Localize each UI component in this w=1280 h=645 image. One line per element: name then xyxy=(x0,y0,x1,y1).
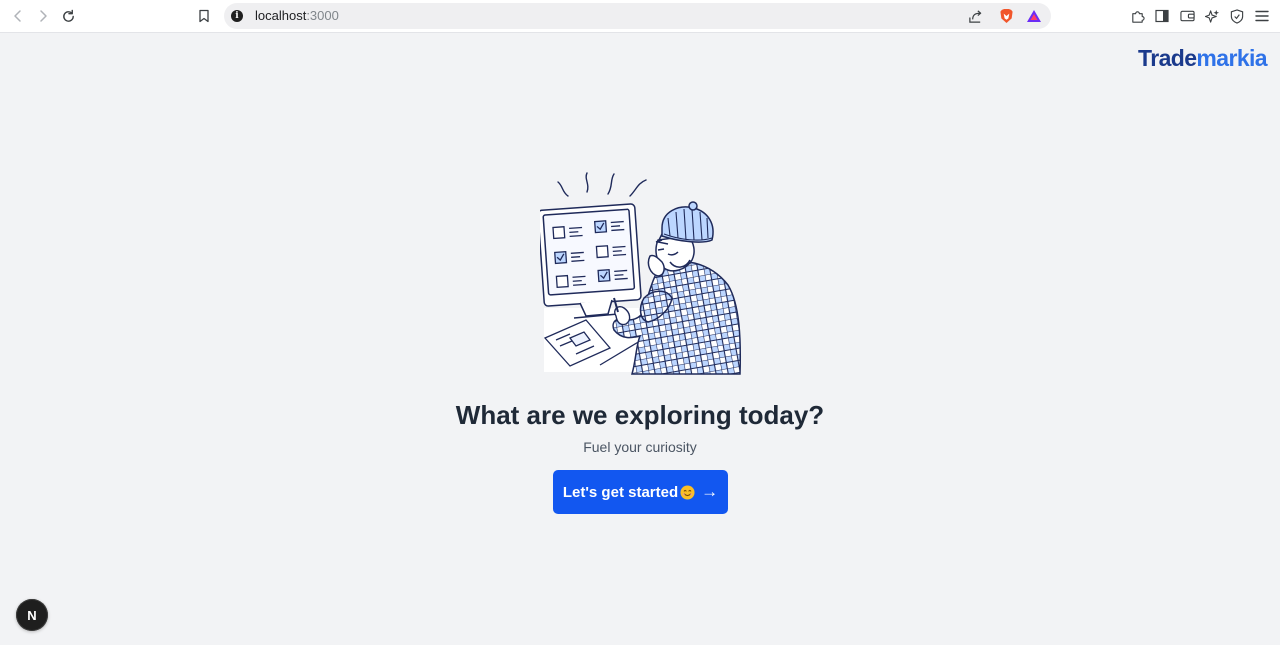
sidebar-icon xyxy=(1155,9,1169,23)
leo-ai-button[interactable] xyxy=(1203,7,1221,25)
get-started-label: Let's get started xyxy=(562,483,679,501)
page-subtitle: Fuel your curiosity xyxy=(583,439,697,455)
url-text[interactable]: localhost:3000 xyxy=(255,8,339,24)
wallet-button[interactable] xyxy=(1178,7,1196,25)
brave-shield-icon xyxy=(999,8,1013,24)
address-bar[interactable]: i localhost:3000 xyxy=(224,3,1051,29)
trademarkia-logo[interactable]: Trademarkia xyxy=(1138,44,1268,72)
site-info-icon[interactable]: i xyxy=(231,10,243,22)
get-started-button[interactable]: Let's get started → xyxy=(553,470,728,514)
url-host: localhost xyxy=(255,8,307,23)
url-port: :3000 xyxy=(306,8,339,23)
browser-toolbar: i localhost:3000 xyxy=(0,0,1280,33)
reload-icon xyxy=(62,9,74,22)
main-menu-button[interactable] xyxy=(1253,7,1271,25)
vpn-shield-icon xyxy=(1230,8,1244,24)
bookmark-button[interactable] xyxy=(194,6,214,26)
hero-illustration xyxy=(540,172,742,375)
page-title: What are we exploring today? xyxy=(455,400,825,430)
bookmark-icon xyxy=(199,9,209,23)
brave-rewards-button[interactable] xyxy=(1026,8,1042,24)
vpn-button[interactable] xyxy=(1228,7,1246,25)
share-icon xyxy=(968,9,981,23)
leo-ai-icon xyxy=(1204,9,1219,23)
wallet-icon xyxy=(1179,10,1195,22)
sidebar-button[interactable] xyxy=(1153,7,1171,25)
extensions-button[interactable] xyxy=(1128,7,1146,25)
arrow-right-icon: → xyxy=(701,482,719,501)
reload-button[interactable] xyxy=(58,6,78,26)
hamburger-menu-icon xyxy=(1255,10,1269,22)
brave-shields-button[interactable] xyxy=(998,8,1014,24)
share-button[interactable] xyxy=(967,8,983,24)
forward-button[interactable] xyxy=(33,6,53,26)
smiling-face-icon xyxy=(680,484,695,500)
logo-text-trade: Trade xyxy=(1138,45,1197,71)
back-button[interactable] xyxy=(8,6,28,26)
nextjs-dev-indicator[interactable]: N xyxy=(16,599,48,631)
puzzle-icon xyxy=(1131,10,1145,23)
chevron-right-icon xyxy=(40,10,47,22)
logo-text-markia: markia xyxy=(1196,45,1267,71)
brave-rewards-icon xyxy=(1027,10,1041,22)
chevron-left-icon xyxy=(14,10,21,22)
